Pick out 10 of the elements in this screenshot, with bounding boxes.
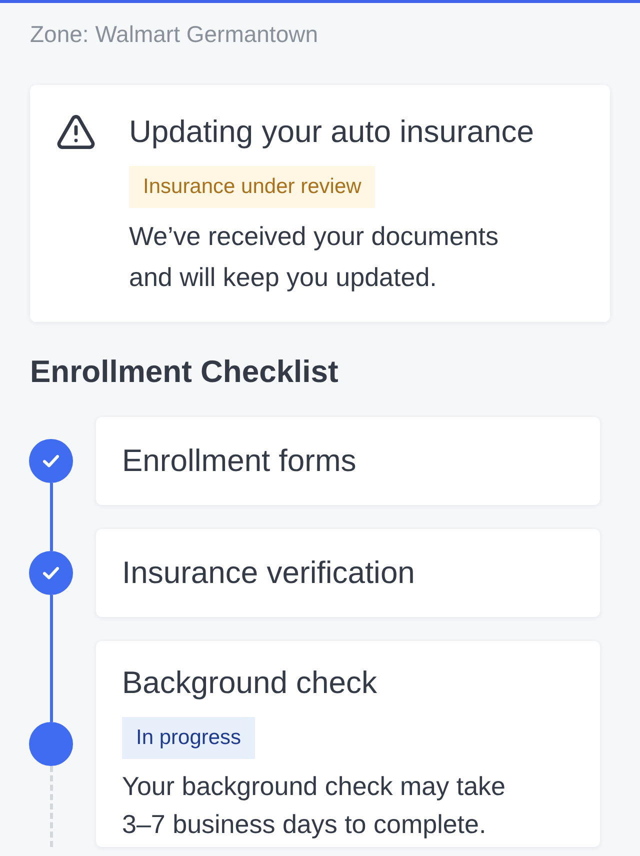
step-description: Your background check may take 3–7 business days to complete. [122, 770, 506, 841]
step-title: Enrollment forms [122, 443, 356, 479]
step-title: Insurance verification [122, 555, 415, 591]
section-heading: Enrollment Checklist [30, 354, 338, 390]
zone-label: Zone: Walmart Germantown [30, 21, 318, 47]
alert-title: Updating your auto insurance [129, 114, 534, 150]
alert-message: We’ve received your documents and will keep you updated. [129, 220, 500, 294]
status-badge: Insurance under review [129, 166, 376, 208]
status-badge: In progress [122, 717, 256, 759]
step-title: Background check [122, 665, 378, 701]
